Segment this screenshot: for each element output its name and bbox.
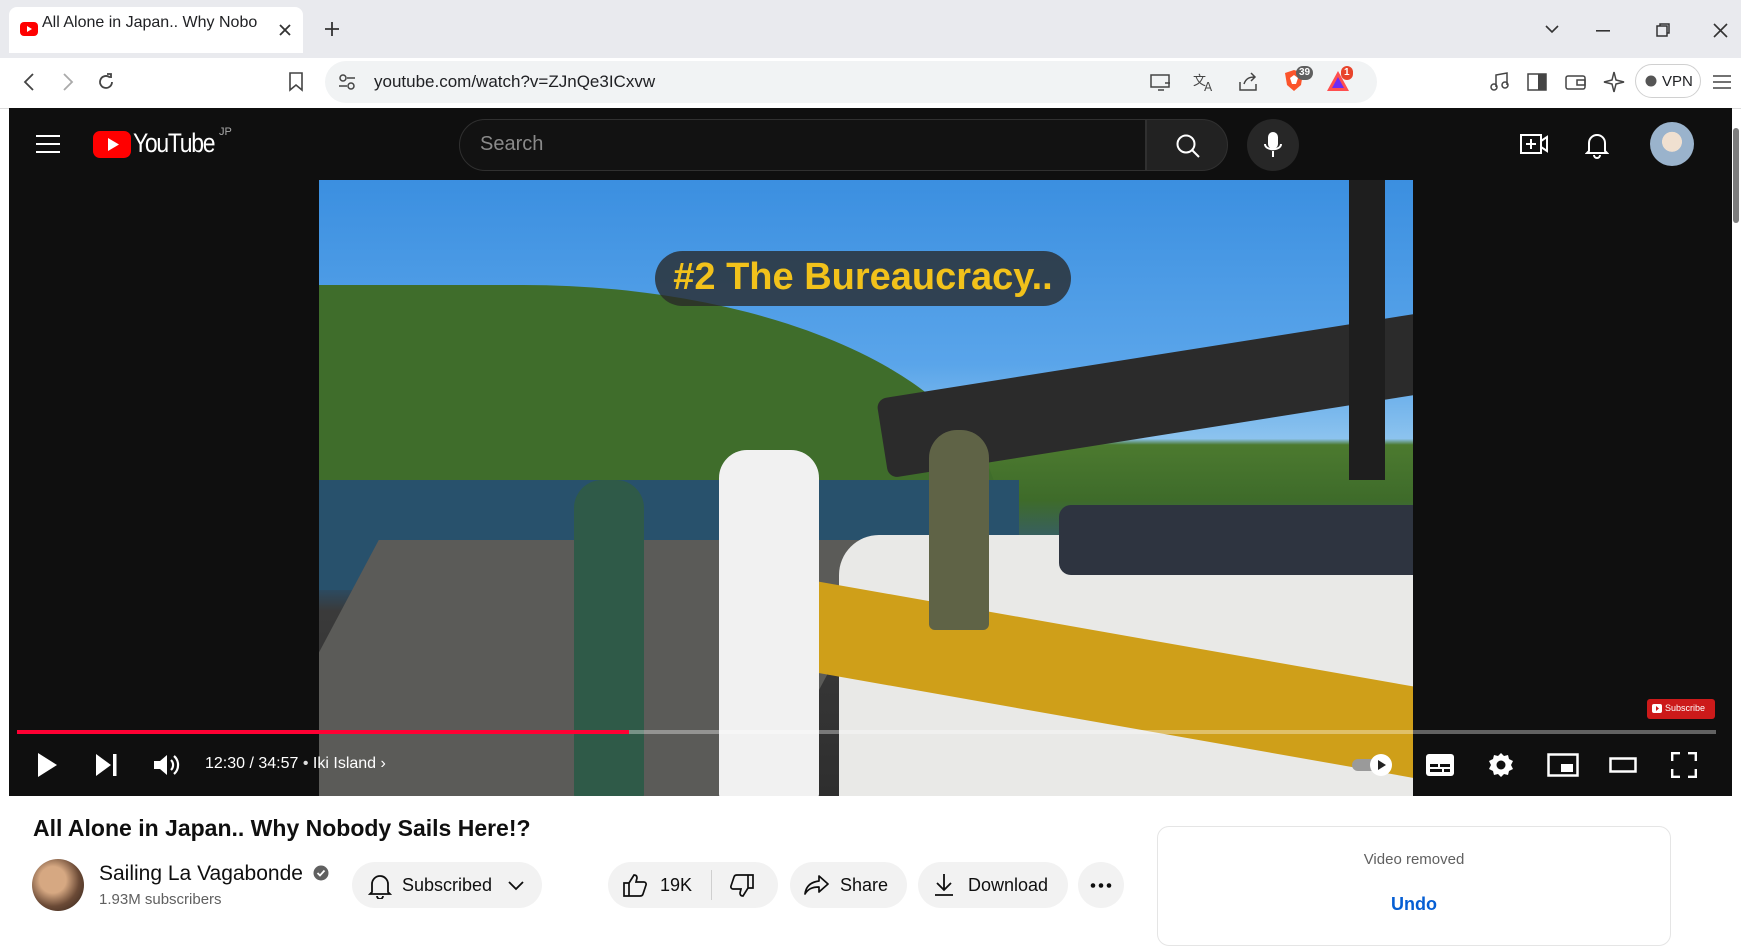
account-avatar[interactable] (1650, 122, 1694, 166)
video-scene-person (929, 430, 989, 630)
youtube-logo-icon[interactable] (93, 131, 131, 158)
search-button[interactable] (1146, 119, 1228, 171)
create-icon[interactable] (1520, 131, 1548, 157)
minimize-icon[interactable] (1596, 30, 1610, 32)
site-settings-icon[interactable] (338, 73, 356, 91)
brave-badge: 39 (1296, 66, 1314, 80)
subscriber-count: 1.93M subscribers (99, 891, 222, 908)
notifications-bell-icon[interactable] (1585, 131, 1609, 159)
svg-text:A: A (1204, 80, 1213, 92)
youtube-favicon-icon (20, 22, 38, 36)
video-scene-mast (1349, 180, 1385, 480)
back-icon[interactable] (23, 73, 35, 91)
like-dislike-group: 19K (608, 862, 778, 908)
microphone-icon (1264, 132, 1282, 157)
share-arrow-icon (804, 875, 829, 895)
dislike-icon[interactable] (729, 874, 755, 898)
translate-icon[interactable]: 文A (1193, 72, 1215, 92)
video-removed-text: Video removed (1363, 851, 1465, 868)
progress-played (17, 730, 629, 734)
chapter-title[interactable]: Iki Island (313, 755, 376, 772)
voice-search-button[interactable] (1247, 119, 1299, 171)
subscribed-button[interactable]: Subscribed (352, 862, 542, 908)
brave-rewards-icon[interactable]: 1 (1326, 66, 1353, 96)
video-caption-overlay: #2 The Bureaucracy.. (673, 256, 1053, 298)
video-scene-boat-window (1059, 505, 1413, 575)
tab-search-chevron-icon[interactable] (1545, 24, 1559, 34)
channel-avatar[interactable] (32, 859, 84, 911)
volume-icon[interactable] (153, 752, 181, 778)
channel-name-text[interactable]: Sailing La Vagabonde (99, 862, 303, 885)
forward-icon[interactable] (62, 73, 74, 91)
fullscreen-icon[interactable] (1671, 752, 1697, 778)
media-icon[interactable] (1489, 72, 1509, 92)
channel-name[interactable]: Sailing La Vagabonde (99, 862, 329, 886)
sidebar-toggle-icon[interactable] (1527, 73, 1547, 91)
bookmark-icon[interactable] (288, 72, 304, 92)
new-tab-icon[interactable] (324, 21, 340, 37)
rewards-badge: 1 (1341, 66, 1353, 80)
share-label: Share (840, 875, 889, 895)
time-elapsed-total: 12:30 / 34:57 (205, 755, 299, 772)
leo-ai-icon[interactable] (1603, 71, 1625, 93)
video-scene-person (719, 450, 819, 796)
download-label: Download (968, 875, 1049, 895)
wallet-icon[interactable] (1565, 73, 1587, 91)
watermark-label: Subscribe (1665, 703, 1706, 713)
search-box (459, 119, 1146, 171)
time-display: 12:30 / 34:57 • Iki Island › (205, 755, 386, 772)
share-page-icon[interactable] (1237, 72, 1259, 92)
subtitles-icon[interactable] (1425, 753, 1455, 777)
cast-icon[interactable] (1150, 73, 1172, 91)
video-scene-person (574, 480, 644, 796)
restore-icon[interactable] (1656, 23, 1670, 37)
vpn-button[interactable]: VPN (1635, 64, 1701, 98)
reload-icon[interactable] (96, 72, 116, 92)
menu-icon[interactable] (1713, 75, 1731, 89)
vpn-label: VPN (1662, 73, 1693, 90)
download-icon (935, 874, 953, 896)
download-button[interactable]: Download (918, 862, 1068, 908)
theater-mode-icon[interactable] (1609, 757, 1637, 773)
like-icon[interactable] (622, 873, 648, 897)
share-button[interactable]: Share (790, 862, 907, 908)
more-horizontal-icon (1090, 883, 1112, 888)
chevron-down-icon (508, 881, 524, 891)
like-count[interactable]: 19K (660, 875, 692, 896)
removed-video-card (1157, 826, 1671, 946)
search-input[interactable]: Search (480, 133, 543, 156)
subscribed-label: Subscribed (402, 875, 493, 895)
autoplay-toggle[interactable] (1352, 753, 1394, 777)
verified-badge-icon (313, 865, 329, 881)
like-divider (711, 870, 712, 900)
url-text[interactable]: youtube.com/watch?v=ZJnQe3ICxvw (374, 72, 655, 92)
next-icon[interactable] (94, 753, 118, 777)
guide-menu-icon[interactable] (36, 135, 60, 153)
window-close-icon[interactable] (1713, 23, 1728, 38)
youtube-logo-text[interactable]: YouTube (133, 128, 216, 159)
more-actions-button[interactable] (1078, 862, 1124, 908)
play-icon[interactable] (36, 752, 58, 778)
video-title: All Alone in Japan.. Why Nobody Sails He… (33, 815, 531, 841)
miniplayer-icon[interactable] (1547, 753, 1579, 777)
tab-close-icon[interactable] (278, 23, 292, 37)
settings-gear-icon[interactable] (1487, 751, 1515, 779)
bell-icon (368, 875, 392, 899)
tab-title: All Alone in Japan.. Why Nobo (42, 14, 257, 31)
brave-shields-icon[interactable]: 39 (1283, 66, 1314, 95)
subscribe-watermark[interactable]: Subscribe (1647, 699, 1715, 719)
page-scrollbar[interactable] (1733, 128, 1739, 223)
region-code: JP (219, 126, 232, 138)
undo-button[interactable]: Undo (1157, 894, 1671, 915)
search-icon (1176, 134, 1200, 158)
